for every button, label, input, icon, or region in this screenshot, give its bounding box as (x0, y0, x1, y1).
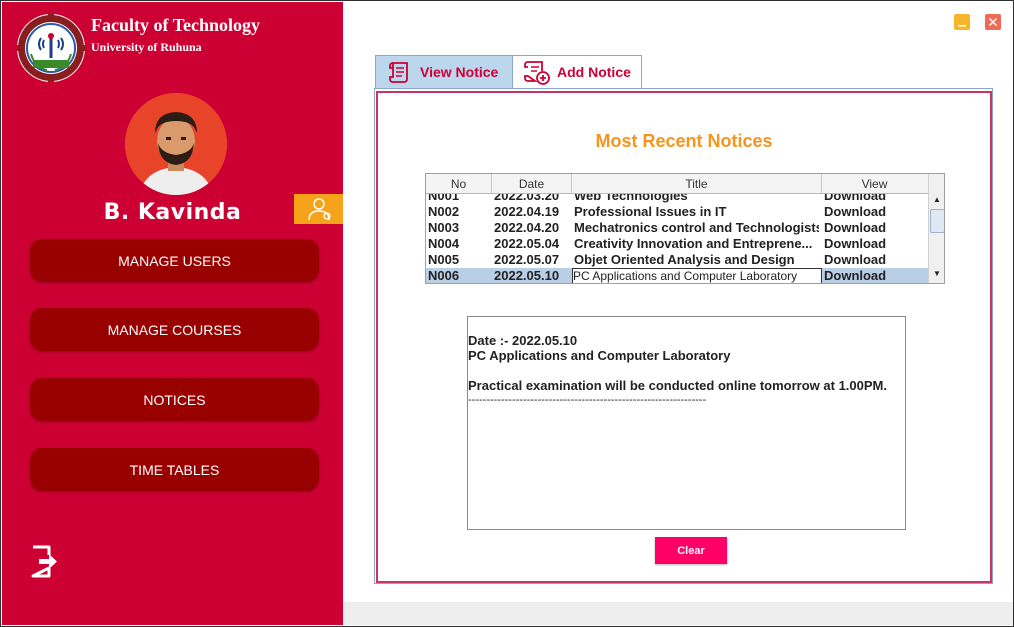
cell-date: 2022.05.07 (494, 252, 560, 267)
cell-title: Creativity Innovation and Entreprene... (574, 236, 813, 251)
notices-table[interactable]: No Date Title View N001 2022.03.20 Web T… (425, 173, 945, 284)
close-icon (988, 17, 998, 27)
cell-title: Mechatronics control and Technologists (574, 220, 819, 235)
cell-no: N001 (428, 194, 460, 203)
view-notice-inner: Most Recent Notices No Date Title View N… (376, 91, 992, 583)
notices-table-header: No Date Title View (426, 174, 928, 194)
detail-course: PC Applications and Computer Laboratory (468, 348, 731, 363)
column-header-no[interactable]: No (426, 174, 492, 193)
notice-detail-box[interactable]: Date :- 2022.05.10 PC Applications and Co… (467, 316, 906, 530)
cell-no: N003 (428, 220, 460, 235)
table-row[interactable]: N004 2022.05.04 Creativity Innovation an… (426, 236, 928, 252)
cell-date: 2022.04.20 (494, 220, 560, 235)
cell-no: N004 (428, 236, 460, 251)
table-row[interactable]: N005 2022.05.07 Objet Oriented Analysis … (426, 252, 928, 268)
manage-users-button[interactable]: MANAGE USERS (30, 239, 319, 282)
notices-button[interactable]: NOTICES (30, 378, 319, 421)
add-notice-icon (524, 61, 550, 85)
sidebar: Faculty of Technology University of Ruhu… (2, 2, 344, 625)
cell-title: Web Technologies (574, 194, 688, 203)
notices-table-body: N001 2022.03.20 Web Technologies Downloa… (426, 194, 928, 283)
main-area: View Notice Add Notice Most Recent Notic… (343, 2, 1013, 625)
tab-add-notice[interactable]: Add Notice (512, 55, 642, 88)
close-button[interactable] (985, 14, 1001, 30)
notice-scroll-icon (389, 62, 408, 83)
brand-title: Faculty of Technology (91, 15, 261, 35)
brand-subtitle: University of Ruhuna (91, 40, 202, 54)
cell-download[interactable]: Download (824, 268, 886, 283)
cell-download[interactable]: Download (824, 194, 886, 204)
cell-no: N002 (428, 204, 460, 219)
cell-download[interactable]: Download (824, 204, 886, 220)
cell-title: Professional Issues in IT (574, 204, 727, 219)
logout-button[interactable] (29, 545, 59, 578)
user-name: B. Kavinda (103, 200, 242, 225)
cell-title-editor[interactable]: PC Applications and Computer Laboratory (572, 268, 822, 283)
cell-download[interactable]: Download (824, 252, 886, 268)
column-header-title[interactable]: Title (572, 174, 822, 193)
logout-icon (31, 545, 57, 578)
scroll-up-arrow-icon[interactable]: ▲ (929, 193, 944, 207)
detail-message: Practical examination will be conducted … (468, 378, 887, 393)
profile-settings-button[interactable] (294, 194, 344, 224)
cell-date: 2022.05.10 (494, 268, 560, 283)
cell-no: N006 (428, 268, 460, 283)
notice-detail-content: Date :- 2022.05.10 PC Applications and Co… (468, 333, 887, 407)
tab-add-notice-label: Add Notice (557, 64, 631, 80)
app-window: Faculty of Technology University of Ruhu… (0, 0, 1014, 627)
minimize-button[interactable] (954, 14, 970, 30)
tab-view-notice[interactable]: View Notice (375, 55, 513, 88)
manage-courses-button[interactable]: MANAGE COURSES (30, 308, 319, 351)
column-header-date[interactable]: Date (492, 174, 572, 193)
cell-title: Objet Oriented Analysis and Design (574, 252, 795, 267)
most-recent-notices-heading: Most Recent Notices (595, 131, 773, 151)
table-row[interactable]: N002 2022.04.19 Professional Issues in I… (426, 204, 928, 220)
cell-download[interactable]: Download (824, 220, 886, 236)
table-row[interactable]: N001 2022.03.20 Web Technologies Downloa… (426, 194, 928, 204)
time-tables-button[interactable]: TIME TABLES (30, 448, 319, 491)
main-bottom-bar (343, 602, 1013, 625)
user-avatar (125, 93, 227, 195)
cell-download[interactable]: Download (824, 236, 886, 252)
cell-no: N005 (428, 252, 460, 267)
minimize-icon (958, 25, 966, 27)
cell-date: 2022.03.20 (494, 194, 560, 203)
detail-date: Date :- 2022.05.10 (468, 333, 578, 348)
cell-date: 2022.05.04 (494, 236, 560, 251)
table-row[interactable]: N003 2022.04.20 Mechatronics control and… (426, 220, 928, 236)
column-header-view[interactable]: View (822, 174, 927, 193)
scroll-thumb[interactable] (930, 209, 944, 233)
detail-separator: ----------------------------------------… (468, 394, 707, 406)
tab-view-notice-label: View Notice (420, 64, 499, 80)
clear-button[interactable]: Clear (655, 537, 727, 564)
faculty-logo (16, 13, 86, 83)
cell-date: 2022.04.19 (494, 204, 560, 219)
view-notice-panel: Most Recent Notices No Date Title View N… (374, 88, 993, 584)
table-row-selected[interactable]: N006 2022.05.10 PC Applications and Comp… (426, 268, 928, 283)
scroll-down-arrow-icon[interactable]: ▼ (929, 267, 944, 281)
table-scrollbar[interactable]: ▲ ▼ (928, 174, 944, 283)
user-settings-icon (308, 198, 331, 221)
